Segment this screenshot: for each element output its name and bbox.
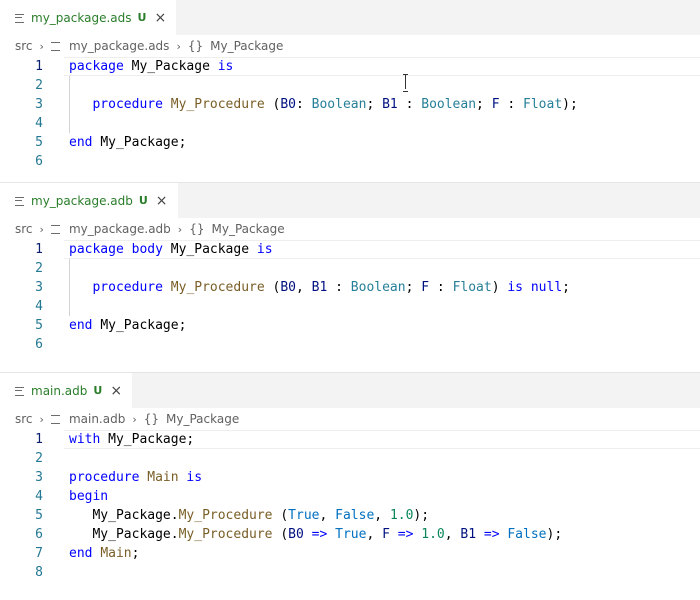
breadcrumb: src › my_package.ads › {} My_Package <box>0 35 700 57</box>
close-icon[interactable]: × <box>154 11 166 25</box>
line-number: 6 <box>35 337 43 352</box>
breadcrumb-src[interactable]: src <box>15 39 33 53</box>
line-number: 1 <box>35 432 43 447</box>
line-number: 3 <box>35 280 43 295</box>
code-line: 8 <box>0 563 700 582</box>
file-lines-icon <box>50 41 60 51</box>
line-number: 1 <box>35 242 43 257</box>
code-line: 5 end My_Package; <box>0 316 700 335</box>
line-number: 2 <box>35 78 43 93</box>
namespace-icon: {} <box>189 222 205 236</box>
code-line: 1 package body My_Package is <box>0 240 700 259</box>
namespace-icon: {} <box>187 39 204 53</box>
line-number: 7 <box>35 546 43 561</box>
editor-main-adb: main.adb U × src › main.adb › {} My_Pack… <box>0 373 700 600</box>
editor-my-package-ads: my_package.ads U × src › my_package.ads … <box>0 0 700 182</box>
tab-main-adb[interactable]: main.adb U × <box>0 373 133 408</box>
line-number: 4 <box>35 116 43 131</box>
code-area[interactable]: 1 package My_Package is 2 3 procedure My… <box>0 57 700 171</box>
line-number: 6 <box>35 154 43 169</box>
code-line: 1 with My_Package; <box>0 430 700 449</box>
text-cursor-icon <box>403 74 409 92</box>
code-line: 5 end My_Package; <box>0 133 700 152</box>
chevron-right-icon: › <box>39 412 44 426</box>
code-line: 6 <box>0 335 700 354</box>
breadcrumb-file[interactable]: main.adb <box>69 412 125 426</box>
line-number: 4 <box>35 489 43 504</box>
breadcrumb-symbol[interactable]: My_Package <box>210 39 283 53</box>
line-number: 5 <box>35 135 43 150</box>
breadcrumb-symbol[interactable]: My_Package <box>211 222 284 236</box>
code-area[interactable]: 1 with My_Package; 2 3 procedure Main is… <box>0 430 700 582</box>
breadcrumb-src[interactable]: src <box>15 222 33 236</box>
code-line: 2 <box>0 449 700 468</box>
breadcrumb-file[interactable]: my_package.ads <box>69 39 170 53</box>
line-number: 6 <box>35 527 43 542</box>
line-number: 8 <box>35 565 43 580</box>
tab-title: main.adb <box>31 383 88 398</box>
file-lines-icon <box>50 414 60 424</box>
code-line: 6 <box>0 152 700 171</box>
code-line: 4 <box>0 297 700 316</box>
line-number: 5 <box>35 508 43 523</box>
chevron-right-icon: › <box>176 39 181 53</box>
tab-bar: my_package.adb U × <box>0 183 700 218</box>
chevron-right-icon: › <box>39 222 44 236</box>
untracked-badge: U <box>138 194 148 207</box>
namespace-icon: {} <box>143 412 160 426</box>
code-line: 1 package My_Package is <box>0 57 700 76</box>
breadcrumb-file[interactable]: my_package.adb <box>69 222 171 236</box>
editor-my-package-adb: my_package.adb U × src › my_package.adb … <box>0 183 700 372</box>
tab-title: my_package.ads <box>31 10 132 25</box>
chevron-right-icon: › <box>132 412 137 426</box>
breadcrumb-symbol[interactable]: My_Package <box>166 412 239 426</box>
file-lines-icon <box>15 196 25 206</box>
tab-bar: my_package.ads U × <box>0 0 700 35</box>
breadcrumb: src › main.adb › {} My_Package <box>0 408 700 430</box>
file-lines-icon <box>15 386 25 396</box>
line-number: 3 <box>35 470 43 485</box>
line-number: 5 <box>35 318 43 333</box>
line-number: 1 <box>35 59 43 74</box>
tab-my-package-adb[interactable]: my_package.adb U × <box>0 183 178 218</box>
untracked-badge: U <box>93 384 103 397</box>
chevron-right-icon: › <box>39 39 44 53</box>
chevron-right-icon: › <box>177 222 183 236</box>
line-number: 2 <box>35 451 43 466</box>
tab-title: my_package.adb <box>31 193 133 208</box>
close-icon[interactable]: × <box>156 194 168 208</box>
code-line: 4 begin <box>0 487 700 506</box>
code-area[interactable]: 1 package body My_Package is 2 3 procedu… <box>0 240 700 354</box>
close-icon[interactable]: × <box>110 384 122 398</box>
code-line: 2 <box>0 259 700 278</box>
tab-bar: main.adb U × <box>0 373 700 408</box>
line-number: 4 <box>35 299 43 314</box>
file-lines-icon <box>15 13 25 23</box>
code-line: 5 My_Package.My_Procedure (True, False, … <box>0 506 700 525</box>
breadcrumb-src[interactable]: src <box>15 412 33 426</box>
tab-my-package-ads[interactable]: my_package.ads U × <box>0 0 177 35</box>
line-number: 2 <box>35 261 43 276</box>
untracked-badge: U <box>137 11 147 24</box>
code-line: 4 <box>0 114 700 133</box>
code-line: 3 procedure My_Procedure (B0, B1 : Boole… <box>0 278 700 297</box>
code-line: 2 <box>0 76 700 95</box>
line-number: 3 <box>35 97 43 112</box>
code-line: 3 procedure Main is <box>0 468 700 487</box>
breadcrumb: src › my_package.adb › {} My_Package <box>0 218 700 240</box>
file-lines-icon <box>50 224 60 234</box>
code-line: 6 My_Package.My_Procedure (B0 => True, F… <box>0 525 700 544</box>
code-line: 3 procedure My_Procedure (B0: Boolean; B… <box>0 95 700 114</box>
code-line: 7 end Main; <box>0 544 700 563</box>
